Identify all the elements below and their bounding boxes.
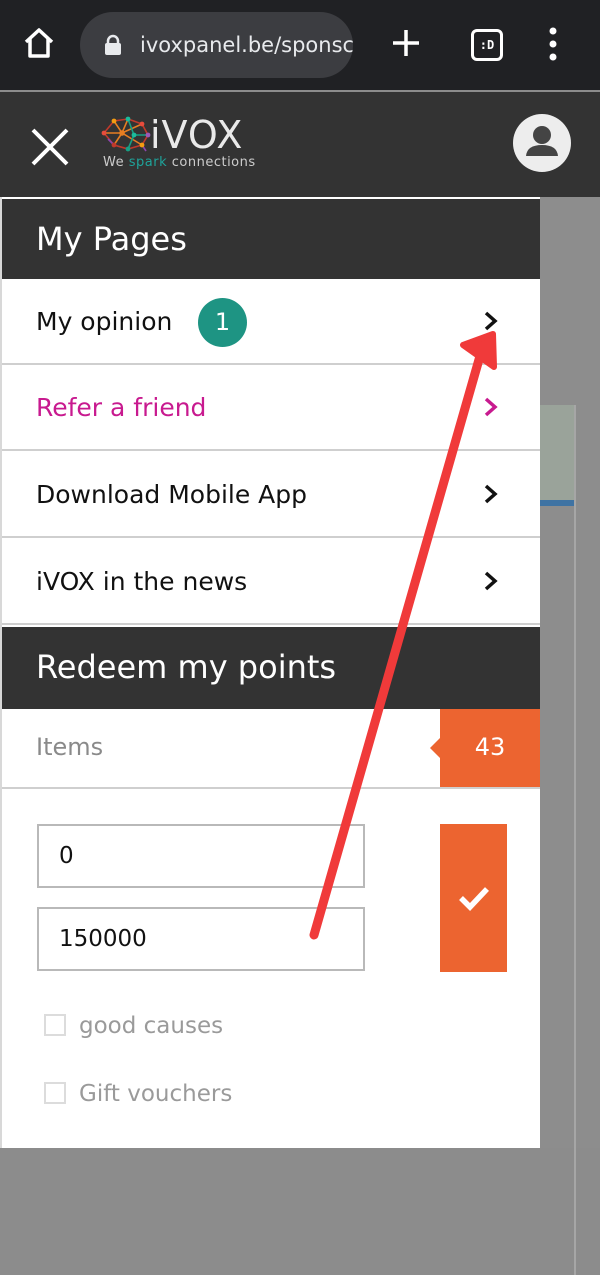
background-image [540,405,574,506]
apply-filter-button[interactable] [440,824,507,972]
page-background [540,197,600,1275]
logo-tagline: We spark connections [103,155,256,170]
redeem-points-heading: Redeem my points [2,627,540,709]
chevron-right-icon [484,311,498,331]
checkbox-label: good causes [79,1013,224,1039]
menu-item-label: My opinion [36,307,173,336]
tab-switcher-icon[interactable]: :D [471,29,503,61]
checkbox[interactable] [44,1014,66,1036]
checkbox[interactable] [44,1082,66,1104]
items-row: Items 43 [2,709,540,789]
menu-item-ivox-in-the-news[interactable]: iVOX in the news [2,539,540,625]
side-drawer: My Pages My opinion 1 Refer a friend Dow… [0,197,540,1148]
menu-item-my-opinion[interactable]: My opinion 1 [2,279,540,365]
min-points-input[interactable] [37,824,365,888]
browser-toolbar: ivoxpanel.be/sponsc :D [0,0,600,90]
items-label: Items [36,733,104,761]
home-icon[interactable] [22,26,56,60]
checkbox-label: Gift vouchers [79,1081,233,1107]
ivox-brain-logo [101,116,151,152]
chevron-right-icon [484,571,498,591]
menu-item-download-mobile-app[interactable]: Download Mobile App [2,452,540,538]
overflow-menu-icon[interactable] [545,26,561,62]
menu-item-refer-a-friend[interactable]: Refer a friend [2,365,540,451]
items-count-badge: 43 [430,709,540,787]
ivox-logo[interactable]: iVOX We spark connections [98,113,273,175]
checkmark-icon [459,887,489,911]
notification-badge: 1 [198,298,247,347]
menu-item-label: iVOX in the news [36,567,248,596]
logo-wordmark: iVOX [150,113,244,157]
app-header: iVOX We spark connections [0,92,600,197]
my-pages-heading: My Pages [2,199,540,279]
close-icon[interactable] [30,127,70,167]
url-text: ivoxpanel.be/sponsc [140,33,353,57]
menu-item-label: Refer a friend [36,393,207,422]
menu-item-label: Download Mobile App [36,480,308,509]
user-avatar-icon[interactable] [513,114,571,172]
new-tab-icon[interactable] [391,28,421,58]
max-points-input[interactable] [37,907,365,971]
chevron-right-icon [484,484,498,504]
lock-icon [105,34,121,55]
divider [574,405,576,1275]
address-bar[interactable]: ivoxpanel.be/sponsc [80,12,353,78]
chevron-right-icon [484,397,498,417]
